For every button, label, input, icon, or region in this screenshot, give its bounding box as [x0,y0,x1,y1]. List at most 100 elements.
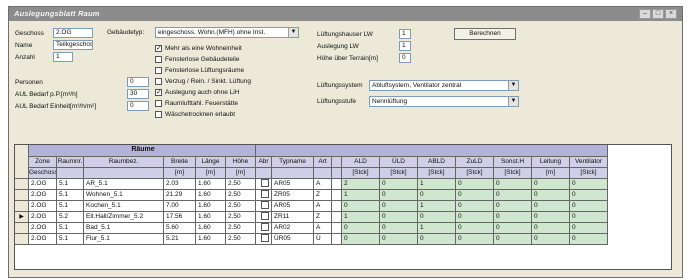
personen-input[interactable]: 0 [127,77,149,87]
table-cell[interactable] [256,190,272,201]
table-cell[interactable]: 1 [342,190,380,201]
option-fensterlose-gebaeudeteile[interactable]: Fensterlose Gebäudeteile [155,55,239,64]
table-cell[interactable]: 5.21 [164,234,196,245]
table-cell[interactable]: AR02 [272,223,314,234]
table-cell[interactable]: 0 [418,234,456,245]
table-cell[interactable]: 0 [342,223,380,234]
table-cell[interactable]: 5.1 [57,190,84,201]
table-cell[interactable]: AR05 [272,179,314,190]
table-cell[interactable]: 0 [380,223,418,234]
table-cell[interactable]: 1.60 [196,223,226,234]
column-header[interactable]: Zone [29,157,57,168]
table-cell[interactable]: 2.50 [226,190,256,201]
table-cell[interactable]: 1.60 [196,201,226,212]
rooms-table[interactable]: Räume Zone Geschoss Raumnr. Raumbez. Breite [m… [14,144,672,270]
checkbox-icon[interactable] [260,190,269,199]
table-cell[interactable] [332,234,342,245]
table-cell[interactable]: Elt.Hall/Zimmer_5.2 [84,212,164,223]
table-cell[interactable]: 1.60 [196,179,226,190]
checkbox-icon[interactable] [260,234,269,243]
checkbox-icon[interactable] [260,179,269,188]
table-cell[interactable]: 0 [380,190,418,201]
row-selector[interactable] [15,223,29,234]
table-cell[interactable]: 1 [342,212,380,223]
lueftungsstufe-dropdown[interactable]: Nennlüftung ▼ [369,96,519,107]
table-cell[interactable]: 2.50 [226,212,256,223]
column-header[interactable]: ZuLD [456,157,494,168]
table-cell[interactable]: 0 [570,234,608,245]
table-cell[interactable]: 2.50 [226,234,256,245]
table-cell[interactable]: 2.50 [226,223,256,234]
checkbox-icon[interactable] [260,201,269,210]
table-cell[interactable]: 0 [532,223,570,234]
minimize-icon[interactable]: – [639,9,651,19]
column-header[interactable] [332,157,342,168]
table-cell[interactable]: 0 [532,179,570,190]
table-cell[interactable]: 0 [456,179,494,190]
berechnen-button[interactable]: Berechnen [454,28,516,40]
table-cell[interactable]: 0 [494,212,532,223]
table-cell[interactable]: 0 [570,190,608,201]
option-fensterlose-lueftungsraeume[interactable]: Fensterlose Lüftungsräume [155,66,244,75]
table-cell[interactable]: ÜR05 [272,234,314,245]
table-cell[interactable]: 0 [342,234,380,245]
table-cell[interactable]: 0 [456,223,494,234]
table-cell[interactable]: 2 [342,179,380,190]
row-selector[interactable] [15,201,29,212]
geschoss-input[interactable]: 2.OG [53,28,93,38]
table-cell[interactable]: 1 [418,201,456,212]
close-icon[interactable]: × [665,9,677,19]
lueftungssystem-dropdown[interactable]: Abluftsystem, Ventilator zentral ▼ [369,80,519,91]
hoehe-input[interactable]: 0 [399,53,411,63]
table-cell[interactable]: 0 [570,179,608,190]
table-cell[interactable]: 1.60 [196,234,226,245]
column-header[interactable]: ÜLD [380,157,418,168]
column-header[interactable]: Ventilator [570,157,608,168]
gebaeudetyp-dropdown[interactable]: eingeschoss. Wohn.(MFH) ohne Inst. ▼ [155,27,299,38]
table-cell[interactable]: A [314,179,332,190]
table-cell[interactable]: 5.1 [57,179,84,190]
table-cell[interactable]: 2.50 [226,201,256,212]
table-cell[interactable]: AR05 [272,201,314,212]
table-cell[interactable] [256,212,272,223]
column-header[interactable]: Höhe [226,157,256,168]
table-cell[interactable]: 0 [380,179,418,190]
table-cell[interactable]: 0 [532,212,570,223]
table-cell[interactable]: 0 [494,201,532,212]
table-cell[interactable]: 21.29 [164,190,196,201]
table-cell[interactable]: Flur_5.1 [84,234,164,245]
table-cell[interactable]: 0 [494,223,532,234]
table-cell[interactable]: 0 [380,212,418,223]
option-feuerstaette[interactable]: Raumlufttahl. Feuerstätte [155,99,238,108]
column-header[interactable]: Länge [196,157,226,168]
table-cell[interactable] [256,234,272,245]
table-cell[interactable]: Kochen_5.1 [84,201,164,212]
row-selector[interactable] [15,234,29,245]
table-cell[interactable]: 1.60 [196,212,226,223]
table-cell[interactable]: 0 [570,201,608,212]
table-cell[interactable]: Z [314,190,332,201]
table-cell[interactable]: 5.1 [57,223,84,234]
table-cell[interactable]: 0 [532,201,570,212]
anzahl-input[interactable]: 1 [53,52,73,62]
table-cell[interactable]: 1 [418,179,456,190]
row-selector[interactable] [15,179,29,190]
table-cell[interactable]: 2.OG [29,190,57,201]
table-cell[interactable]: Wohnen_5.1 [84,190,164,201]
row-selector[interactable]: ▶ [15,212,29,223]
table-cell[interactable] [332,212,342,223]
option-auslegung-ohne-lih[interactable]: ✓ Auslegung auch ohne LiH [155,88,239,97]
table-cell[interactable]: 0 [342,201,380,212]
table-cell[interactable]: 5.1 [57,234,84,245]
table-cell[interactable]: 2.03 [164,179,196,190]
table-cell[interactable]: 0 [494,190,532,201]
table-cell[interactable]: 0 [494,234,532,245]
table-cell[interactable]: AR_5.1 [84,179,164,190]
table-cell[interactable]: Bad_5.1 [84,223,164,234]
table-cell[interactable]: 0 [456,201,494,212]
column-header[interactable]: Sonst.H [494,157,532,168]
table-cell[interactable]: 2.OG [29,212,57,223]
column-header[interactable]: Art [314,157,332,168]
table-cell[interactable]: 0 [380,201,418,212]
table-cell[interactable] [332,201,342,212]
